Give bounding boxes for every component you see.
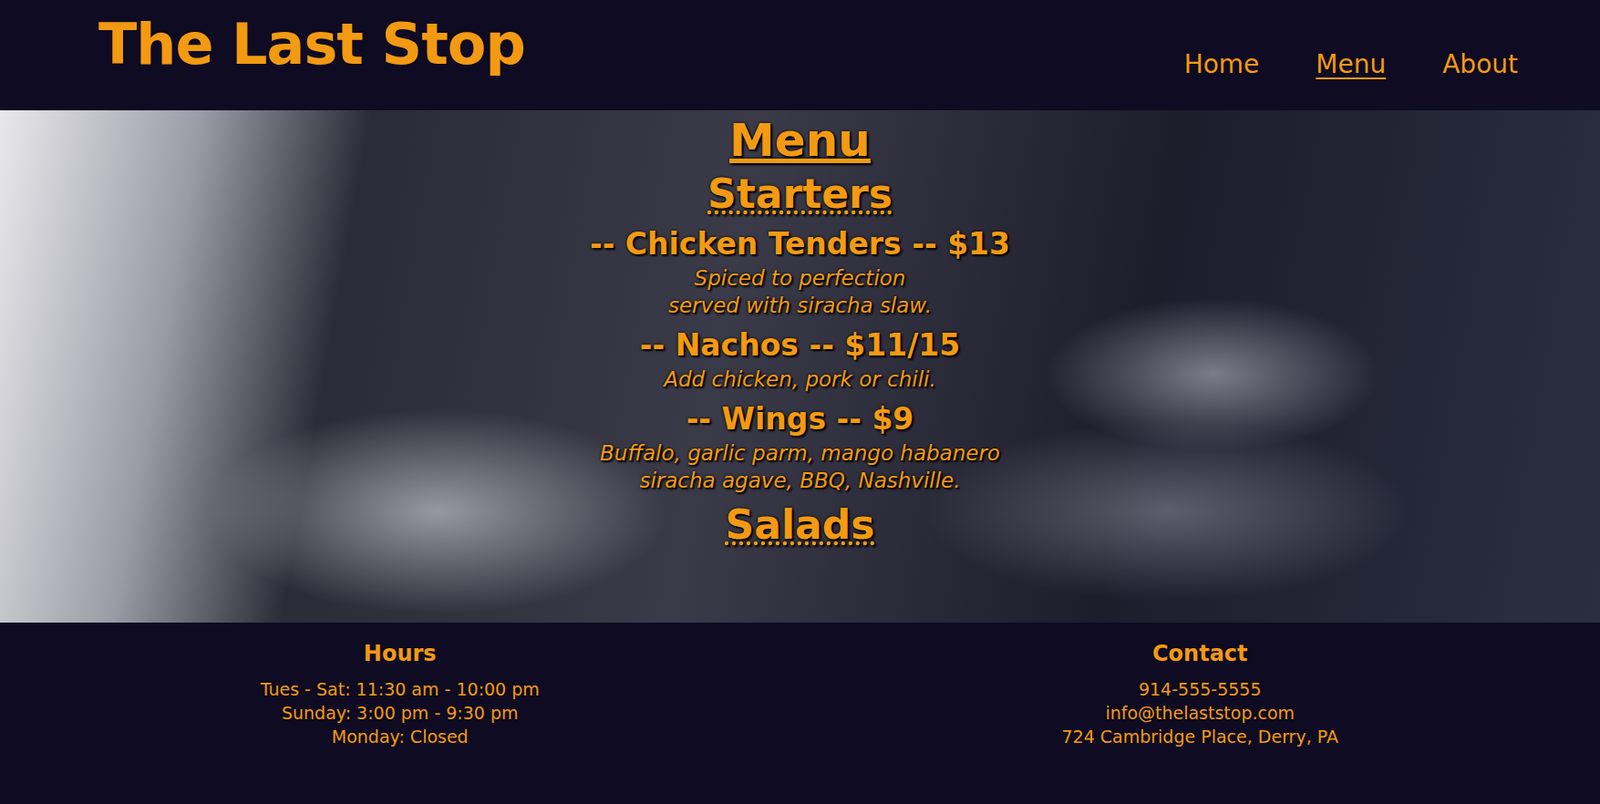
section-title: Salads — [725, 501, 876, 548]
nav-link[interactable]: Menu — [1315, 49, 1386, 80]
menu-item-name: -- Wings -- $9 — [686, 401, 915, 437]
menu-item-name: -- Chicken Tenders -- $13 — [589, 226, 1011, 262]
site-logo[interactable]: The Last Stop — [98, 10, 526, 111]
menu-title: Menu — [729, 113, 871, 167]
menu-content[interactable]: MenuStarters -- Chicken Tenders -- $13Spi… — [0, 110, 1600, 623]
footer-line: Tues - Sat: 11:30 am - 10:00 pm — [260, 677, 540, 702]
main-nav: Home Menu About — [1184, 0, 1518, 111]
menu-item-description: Spiced to perfectionserved with siracha … — [668, 265, 932, 320]
menu-item-description: Buffalo, garlic parm, mango habanerosira… — [599, 440, 1001, 496]
nav-link[interactable]: Home — [1184, 49, 1260, 80]
site-header: The Last Stop Home Menu About — [0, 0, 1600, 111]
contact-column: Contact 914-555-5555info@thelaststop.com7… — [800, 640, 1600, 804]
nav-link[interactable]: About — [1442, 49, 1518, 80]
hours-column: Hours Tues - Sat: 11:30 am - 10:00 pmSund… — [0, 640, 801, 804]
footer-line: info@thelaststop.com — [1104, 701, 1295, 725]
menu-item-description: Add chicken, pork or chili. — [663, 366, 936, 394]
footer-title: Contact — [1152, 640, 1249, 667]
menu-body: MenuStarters -- Chicken Tenders -- $13Spi… — [0, 110, 1600, 563]
footer-title: Hours — [363, 640, 437, 667]
menu-item-name: -- Nachos -- $11/15 — [640, 327, 960, 363]
section-title: Starters — [707, 170, 893, 217]
footer-line: 914-555-5555 — [1138, 677, 1262, 702]
footer-line: 724 Cambridge Place, Derry, PA — [1062, 724, 1340, 749]
footer-line: Sunday: 3:00 pm - 9:30 pm — [281, 701, 519, 725]
site-footer: Hours Tues - Sat: 11:30 am - 10:00 pmSund… — [0, 622, 1600, 804]
footer-line: Monday: Closed — [331, 724, 469, 749]
